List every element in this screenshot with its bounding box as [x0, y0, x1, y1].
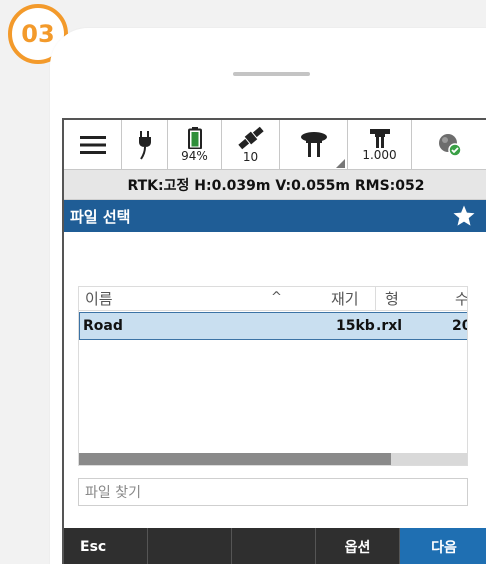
file-select-panel: 이름 ^ 재기 형 수 Road 15kb .rxl 20 파일 찾기 — [64, 232, 486, 528]
options-button[interactable]: 옵션 — [316, 528, 400, 564]
column-name[interactable]: 이름 — [85, 288, 113, 309]
connection-status[interactable] — [412, 120, 486, 170]
status-bar: 94% 10 1.000 — [64, 120, 486, 170]
file-list[interactable]: 이름 ^ 재기 형 수 Road 15kb .rxl 20 — [78, 286, 468, 466]
screen-title-bar: 파일 선택 — [64, 200, 486, 232]
receiver-corner-indicator — [336, 159, 345, 168]
satellite-icon — [237, 126, 264, 150]
file-search-input[interactable]: 파일 찾기 — [78, 478, 468, 506]
gnss-receiver-icon — [300, 132, 327, 157]
column-size[interactable]: 재기 — [331, 288, 359, 309]
file-type: .rxl — [376, 318, 403, 334]
screen-title: 파일 선택 — [70, 207, 131, 226]
file-extra: 20 — [452, 318, 467, 334]
battery-percent: 94% — [181, 149, 208, 163]
scrollbar-thumb[interactable] — [79, 453, 391, 465]
phone-notch — [233, 72, 310, 76]
satellite-status[interactable]: 10 — [222, 120, 280, 170]
empty-softkey-2[interactable] — [232, 528, 316, 564]
column-divider — [375, 287, 376, 311]
favorite-star-icon[interactable] — [452, 204, 476, 228]
esc-button[interactable]: Esc — [64, 528, 148, 564]
antenna-icon — [369, 129, 390, 148]
sort-ascending-icon[interactable]: ^ — [271, 290, 282, 305]
power-status[interactable] — [122, 120, 168, 170]
file-row[interactable]: Road 15kb .rxl 20 — [79, 312, 467, 340]
menu-button[interactable] — [64, 120, 122, 170]
empty-softkey-1[interactable] — [148, 528, 232, 564]
step-number: 03 — [21, 20, 55, 48]
power-plug-icon — [138, 131, 151, 160]
bottom-action-bar: Esc 옵션 다음 — [64, 528, 486, 564]
battery-status[interactable]: 94% — [168, 120, 222, 170]
file-size: 15kb — [336, 318, 375, 334]
position-quality-bar: RTK:고정 H:0.039m V:0.055m RMS:052 — [64, 170, 486, 200]
file-name: Road — [83, 318, 123, 334]
file-list-header: 이름 ^ 재기 형 수 — [79, 287, 467, 311]
battery-icon — [187, 127, 202, 149]
column-type[interactable]: 형 — [385, 288, 399, 309]
antenna-height-value: 1.000 — [362, 148, 397, 162]
globe-check-icon — [439, 134, 462, 157]
horizontal-scrollbar[interactable] — [79, 453, 467, 465]
hamburger-icon — [79, 136, 106, 154]
column-more[interactable]: 수 — [455, 288, 467, 309]
satellite-count: 10 — [242, 150, 259, 164]
device-screen: 94% 10 1.000 RTK:고정 H:0.039m V:0.055m RM… — [62, 118, 486, 564]
receiver-status[interactable] — [280, 120, 348, 170]
next-button[interactable]: 다음 — [400, 528, 486, 564]
antenna-height-status[interactable]: 1.000 — [348, 120, 412, 170]
